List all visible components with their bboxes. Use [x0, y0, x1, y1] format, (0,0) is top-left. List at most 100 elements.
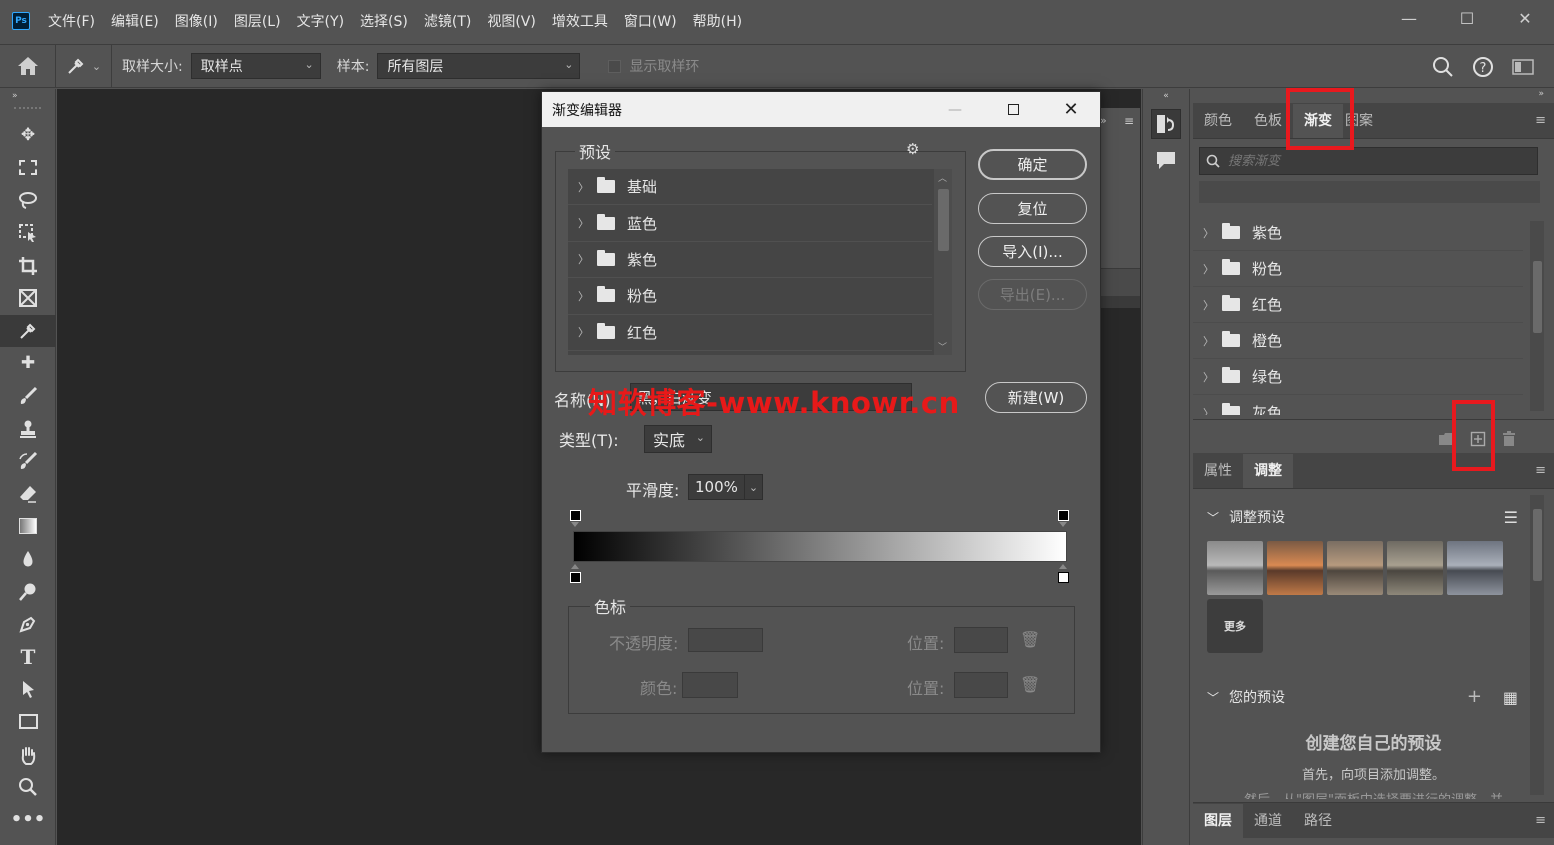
- tool-move[interactable]: ✥: [0, 119, 56, 152]
- close-button[interactable]: ✕: [1496, 0, 1554, 36]
- tab-channels[interactable]: 通道: [1243, 804, 1293, 838]
- chevron-down-icon[interactable]: ⌄: [744, 475, 762, 499]
- tab-color[interactable]: 颜色: [1193, 104, 1243, 138]
- tool-object-select[interactable]: [0, 217, 56, 250]
- list-item[interactable]: 〉 绿色: [1193, 359, 1523, 395]
- panel-menu-icon[interactable]: ≡: [1535, 813, 1546, 828]
- scrollbar-thumb[interactable]: [1533, 261, 1542, 333]
- opacity-stop-right[interactable]: [1058, 510, 1069, 521]
- gradient-search-input[interactable]: [1228, 153, 1528, 169]
- preset-thumbnail[interactable]: [1267, 541, 1323, 595]
- tool-hand[interactable]: [0, 738, 56, 771]
- tool-more[interactable]: •••: [0, 803, 56, 836]
- tool-crop[interactable]: [0, 249, 56, 282]
- menu-file[interactable]: 文件(F): [48, 11, 95, 31]
- preset-thumbnail[interactable]: [1447, 541, 1503, 595]
- list-item[interactable]: 〉 粉色: [1193, 251, 1523, 287]
- menu-image[interactable]: 图像(I): [175, 11, 218, 31]
- menu-help[interactable]: 帮助(H): [693, 11, 742, 31]
- menu-view[interactable]: 视图(V): [487, 11, 536, 31]
- list-item[interactable]: 〉 粉色: [568, 278, 932, 315]
- list-view-icon[interactable]: ☰: [1504, 508, 1518, 527]
- preset-thumbnail[interactable]: [1387, 541, 1443, 595]
- dialog-maximize-button[interactable]: [984, 92, 1042, 127]
- workspace-icon[interactable]: [1512, 58, 1534, 76]
- reset-button[interactable]: 复位: [978, 193, 1087, 224]
- adjustments-scrollbar[interactable]: [1530, 495, 1544, 795]
- menu-filter[interactable]: 滤镜(T): [424, 11, 471, 31]
- tool-rectangle[interactable]: [0, 706, 56, 739]
- tool-dodge[interactable]: [0, 575, 56, 608]
- dialog-titlebar[interactable]: 渐变编辑器 — ✕: [542, 92, 1100, 127]
- more-presets-button[interactable]: 更多: [1207, 599, 1263, 653]
- show-ring-checkbox[interactable]: [608, 59, 622, 73]
- tool-eyedropper[interactable]: [0, 314, 56, 348]
- trash-icon[interactable]: [1502, 430, 1516, 447]
- collapse-icon[interactable]: »: [1538, 89, 1544, 99]
- tab-paths[interactable]: 路径: [1293, 804, 1343, 838]
- history-panel-button[interactable]: [1151, 109, 1181, 139]
- tool-type[interactable]: T: [0, 641, 56, 674]
- gear-icon[interactable]: ⚙: [906, 140, 919, 158]
- tab-properties[interactable]: 属性: [1193, 454, 1243, 488]
- preset-list-scrollbar[interactable]: ︿ ﹀: [934, 169, 952, 355]
- collapse-icon[interactable]: »: [0, 89, 55, 103]
- home-button[interactable]: [0, 44, 56, 88]
- menu-edit[interactable]: 编辑(E): [111, 11, 159, 31]
- tool-history-brush[interactable]: [0, 445, 56, 478]
- tool-brush[interactable]: [0, 380, 56, 413]
- tool-path-select[interactable]: [0, 673, 56, 706]
- chevron-up-icon[interactable]: ︿: [938, 171, 947, 184]
- menu-type[interactable]: 文字(Y): [297, 11, 344, 31]
- comments-panel-button[interactable]: [1151, 145, 1181, 175]
- expand-icon[interactable]: »: [1100, 114, 1107, 127]
- tool-lasso[interactable]: [0, 184, 56, 217]
- preset-thumbnail[interactable]: [1327, 541, 1383, 595]
- sample-select[interactable]: 所有图层 ⌄: [377, 53, 581, 79]
- gradient-bar[interactable]: [573, 531, 1067, 562]
- add-icon[interactable]: +: [1467, 686, 1482, 707]
- tab-layers[interactable]: 图层: [1193, 804, 1243, 838]
- tab-adjustments[interactable]: 调整: [1243, 454, 1293, 488]
- collapse-icon[interactable]: «: [1143, 89, 1189, 103]
- menu-layer[interactable]: 图层(L): [234, 11, 281, 31]
- menu-window[interactable]: 窗口(W): [624, 11, 677, 31]
- tool-preset-picker[interactable]: ⌄: [56, 44, 112, 88]
- tool-gradient[interactable]: [0, 510, 56, 543]
- panel-menu-icon[interactable]: ≡: [1124, 114, 1134, 128]
- list-item[interactable]: 〉 橙色: [1193, 323, 1523, 359]
- gradient-list-scrollbar[interactable]: [1530, 221, 1544, 411]
- preset-thumbnail[interactable]: [1207, 541, 1263, 595]
- sample-size-select[interactable]: 取样点 ⌄: [190, 53, 321, 79]
- tool-frame[interactable]: [0, 282, 56, 315]
- adjust-presets-header[interactable]: ﹀ 调整预设 ☰: [1193, 499, 1554, 535]
- type-select[interactable]: 实底 ⌄: [644, 425, 712, 453]
- search-icon[interactable]: [1432, 56, 1454, 78]
- list-item[interactable]: 〉 红色: [1193, 287, 1523, 323]
- list-item[interactable]: 〉 蓝色: [568, 205, 932, 242]
- your-presets-header[interactable]: ﹀ 您的预设 + ▦: [1193, 679, 1554, 715]
- list-item[interactable]: 〉 紫色: [568, 242, 932, 279]
- tool-stamp[interactable]: [0, 412, 56, 445]
- color-stop-right[interactable]: [1058, 572, 1069, 583]
- maximize-button[interactable]: ☐: [1438, 0, 1496, 36]
- color-stop-left[interactable]: [570, 572, 581, 583]
- scrollbar-thumb[interactable]: [1533, 509, 1542, 581]
- panel-menu-icon[interactable]: ≡: [1535, 113, 1546, 128]
- list-item[interactable]: 〉 紫色: [1193, 215, 1523, 251]
- menu-select[interactable]: 选择(S): [360, 11, 408, 31]
- tool-zoom[interactable]: [0, 771, 56, 804]
- new-button[interactable]: 新建(W): [985, 382, 1087, 413]
- opacity-stop-left[interactable]: [570, 510, 581, 521]
- minimize-button[interactable]: —: [1380, 0, 1438, 36]
- list-item[interactable]: 〉 红色: [568, 315, 932, 351]
- scrollbar-thumb[interactable]: [938, 189, 949, 251]
- tool-eraser[interactable]: [0, 478, 56, 511]
- smoothness-input[interactable]: 100% ⌄: [688, 474, 763, 500]
- tool-blur[interactable]: [0, 543, 56, 576]
- tool-marquee[interactable]: [0, 152, 56, 185]
- grid-view-icon[interactable]: ▦: [1503, 688, 1518, 707]
- help-icon[interactable]: ?: [1472, 56, 1494, 78]
- panel-grip[interactable]: [14, 107, 41, 115]
- tool-pen[interactable]: [0, 608, 56, 641]
